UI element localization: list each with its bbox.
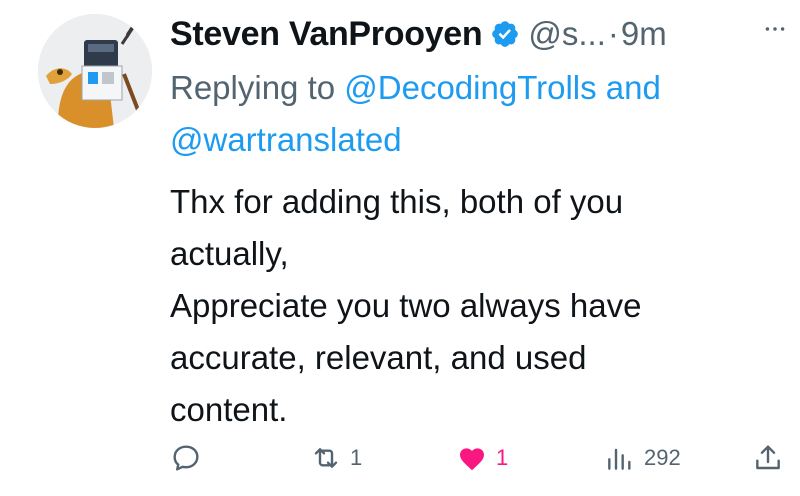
more-icon	[765, 27, 785, 31]
author-handle[interactable]: @s...	[528, 15, 606, 53]
avatar[interactable]	[38, 14, 152, 128]
views-button[interactable]: 292	[604, 432, 681, 484]
views-count: 292	[644, 445, 681, 470]
mention-wartranslated[interactable]: @wartranslated	[170, 121, 402, 158]
views-chart-icon	[608, 448, 631, 470]
action-bar: 1 1 292	[0, 432, 800, 484]
reply-icon	[173, 445, 199, 471]
reply-button[interactable]	[170, 432, 202, 484]
tweet-line: Thx for adding this, both of you	[170, 183, 624, 220]
mention-decodingtrolls[interactable]: @DecodingTrolls	[344, 69, 596, 106]
like-button[interactable]: 1	[456, 432, 508, 484]
tweet-header: Steven VanProoyen @s... · 9m	[170, 12, 790, 56]
replying-to-label: Replying to	[170, 69, 345, 106]
retweet-icon	[314, 448, 338, 468]
tweet-text: Thx for adding this, both of you actuall…	[170, 176, 770, 436]
tweet-line: accurate, relevant, and used	[170, 339, 587, 376]
more-options-button[interactable]	[760, 14, 790, 44]
tweet-line: actually,	[170, 235, 289, 272]
avatar-image	[38, 14, 152, 128]
retweet-button[interactable]: 1	[310, 432, 362, 484]
share-button[interactable]	[752, 432, 784, 484]
timestamp[interactable]: 9m	[621, 15, 667, 53]
heart-icon	[460, 448, 484, 471]
tweet-line: Appreciate you two always have	[170, 287, 642, 324]
verified-badge-icon	[492, 21, 519, 47]
replying-to-and: and	[596, 69, 661, 106]
replying-to: Replying to @DecodingTrolls and @wartran…	[170, 62, 780, 166]
like-count: 1	[496, 445, 509, 470]
author-name[interactable]: Steven VanProoyen	[170, 15, 483, 54]
tweet-line: content.	[170, 391, 288, 428]
retweet-count: 1	[350, 445, 363, 470]
share-icon	[756, 445, 780, 470]
separator-dot: ·	[607, 15, 619, 52]
